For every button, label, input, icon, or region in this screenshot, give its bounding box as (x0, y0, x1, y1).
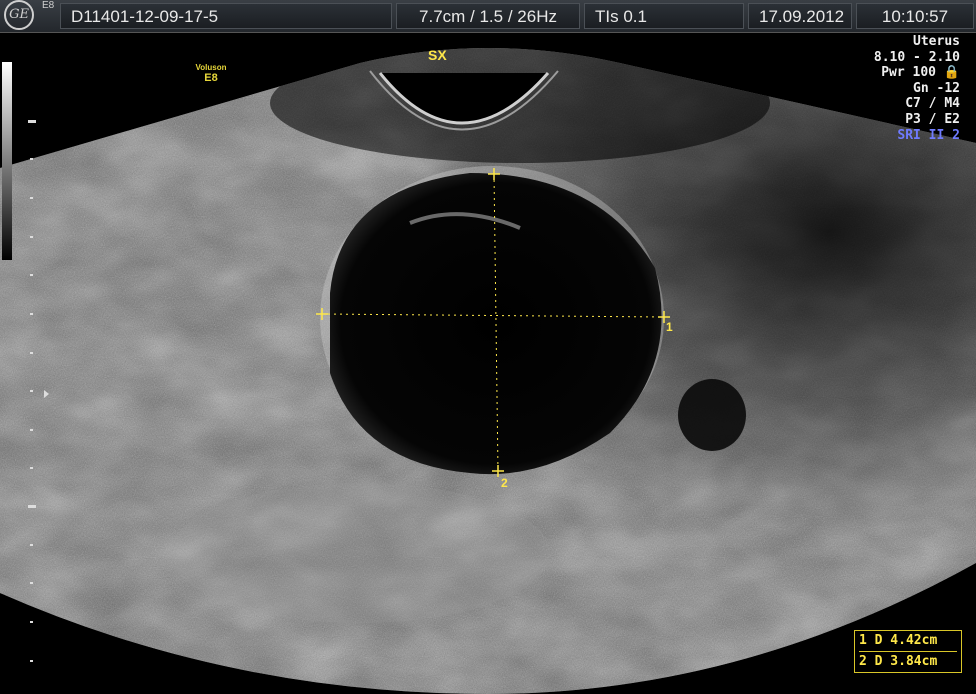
measurement-index: 1 (859, 633, 867, 648)
focus-marker-icon (44, 390, 49, 398)
cm-label: C7 / M4 (905, 96, 960, 112)
measurement-index: 2 (859, 654, 867, 669)
thermal-index: TIs 0.1 (584, 3, 744, 29)
exam-date: 17.09.2012 (748, 3, 852, 29)
exam-time: 10:10:57 (856, 3, 974, 29)
measurement-row-1: 1 D 4.42cm (859, 631, 957, 651)
measurement-value: D 3.84cm (874, 654, 938, 669)
ultrasound-image (0, 48, 976, 694)
preset-label: Uterus (913, 34, 960, 49)
patient-id: D11401-12-09-17-5 (60, 3, 392, 29)
caliper-label-2: 2 (501, 476, 508, 490)
gain-label: Gn -12 (913, 80, 960, 96)
ge-logo-icon: GE (4, 0, 34, 30)
measurement-value: D 4.42cm (874, 633, 938, 648)
power-label: Pwr 100 🔒 (881, 65, 960, 81)
frequency-label: 8.10 - 2.10 (873, 49, 960, 65)
pe-label: P3 / E2 (905, 111, 960, 127)
model-label: E8 (42, 0, 55, 11)
scan-parameters: Uterus 8.10 - 2.10 Pwr 100 🔒 Gn -12 C7 /… (874, 34, 960, 143)
top-status-bar: GE E8 D11401-12-09-17-5 7.7cm / 1.5 / 26… (0, 0, 976, 33)
brand-line2: E8 (204, 72, 218, 84)
measurement-results: 1 D 4.42cm 2 D 3.84cm (854, 630, 962, 673)
probe-settings: 7.7cm / 1.5 / 26Hz (396, 3, 580, 29)
side-label: SX (428, 47, 447, 63)
measurement-row-2: 2 D 3.84cm (859, 651, 957, 672)
caliper-label-1: 1 (666, 320, 673, 334)
brand-label: Voluson E8 (186, 63, 236, 84)
greyscale-bar (2, 62, 12, 260)
sri-label: SRI II 2 (897, 127, 960, 143)
